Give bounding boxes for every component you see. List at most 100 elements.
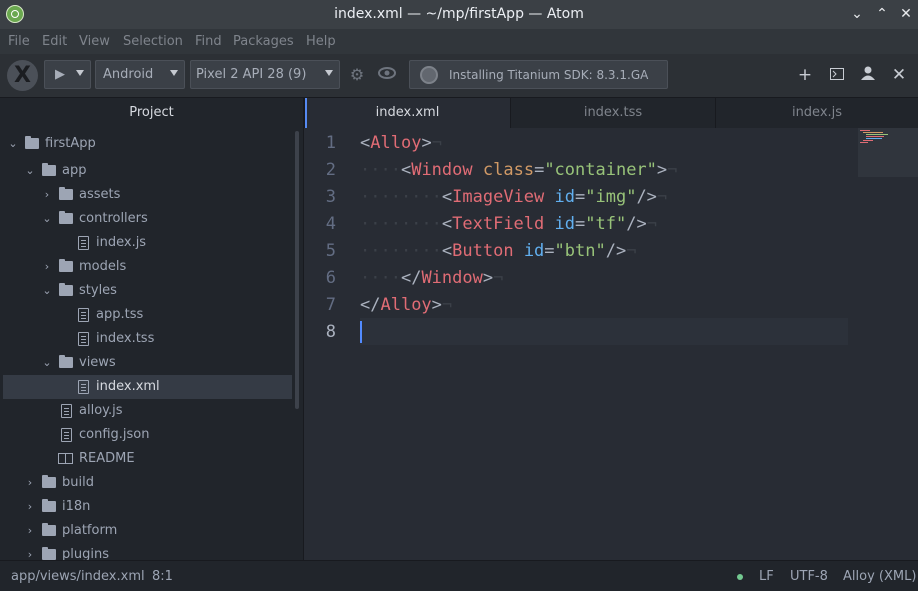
indent-invisibles: ····	[360, 160, 401, 180]
tree-item-app-tss[interactable]: app.tss	[3, 303, 292, 327]
token: =	[534, 160, 545, 180]
indent-invisibles: ········	[360, 214, 442, 234]
add-icon[interactable]: +	[794, 64, 816, 86]
status-encoding[interactable]: UTF-8	[790, 569, 828, 584]
folder-icon	[42, 499, 56, 512]
status-line-ending[interactable]: LF	[759, 569, 774, 584]
tree-item-alloy-js[interactable]: alloy.js	[3, 399, 292, 423]
chevron-down-icon	[170, 70, 178, 76]
file-icon	[61, 404, 72, 418]
menu-find[interactable]: Find	[195, 34, 222, 49]
menu-packages[interactable]: Packages	[233, 34, 294, 49]
token: Alloy	[380, 295, 432, 315]
tree-item-label: config.json	[79, 427, 150, 442]
terminal-icon[interactable]	[826, 64, 848, 86]
tree-item-index-js[interactable]: index.js	[3, 231, 292, 255]
token: >	[431, 295, 442, 315]
eye-icon[interactable]	[377, 65, 397, 85]
tree-view: Project ⌄ firstApp ⌄ app › assets ⌄ cont…	[0, 98, 304, 560]
platform-select[interactable]: Android	[95, 60, 185, 89]
status-grammar[interactable]: Alloy (XML)	[843, 569, 916, 584]
tree-item-styles[interactable]: ⌄ styles	[3, 279, 292, 303]
status-file-path[interactable]: app/views/index.xml	[11, 569, 145, 584]
chevron-down-icon: ⌄	[8, 137, 18, 150]
status-cursor-position[interactable]: 8:1	[152, 569, 173, 584]
tree-item-label: firstApp	[45, 136, 96, 151]
minimize-button[interactable]: ⌄	[847, 4, 867, 24]
tree-item-label: app.tss	[96, 307, 144, 322]
device-select[interactable]: Pixel 2 API 28 (9)	[190, 60, 340, 89]
window-title: index.xml — ~/mp/firstApp — Atom	[334, 6, 584, 22]
tab-index-js[interactable]: index.js	[715, 98, 918, 128]
indent-invisibles: ····	[360, 268, 401, 288]
book-icon	[58, 453, 73, 464]
status-bar: app/views/index.xml 8:1 LF UTF-8 Alloy (…	[0, 560, 918, 591]
tree-item-platform[interactable]: › platform	[3, 519, 292, 543]
tree-item-build[interactable]: › build	[3, 471, 292, 495]
tree-item-models[interactable]: › models	[3, 255, 292, 279]
tree-item-plugins[interactable]: › plugins	[3, 543, 292, 560]
tree-item-label: assets	[79, 187, 121, 202]
line-number: 8	[325, 322, 336, 342]
tree-item-label: README	[79, 451, 135, 466]
close-icon[interactable]: ✕	[888, 64, 910, 86]
folder-icon	[42, 475, 56, 488]
menu-view[interactable]: View	[79, 34, 110, 49]
tab-bar: index.xml index.tss index.js	[304, 98, 918, 128]
maximize-button[interactable]: ⌃	[872, 4, 892, 24]
spinner-icon	[420, 66, 438, 84]
tree-item-i18n[interactable]: › i18n	[3, 495, 292, 519]
code-line-3: ········<ImageView id="img"/>¬	[360, 187, 667, 207]
token: id	[554, 214, 575, 234]
menu-help[interactable]: Help	[306, 34, 336, 49]
code-line-5: ········<Button id="btn"/>¬	[360, 241, 636, 261]
token: <	[360, 133, 371, 153]
tree-item-controllers[interactable]: ⌄ controllers	[3, 207, 292, 231]
close-window-button[interactable]: ✕	[896, 4, 916, 24]
menu-selection[interactable]: Selection	[123, 34, 183, 49]
token: >	[482, 268, 494, 288]
text-editor[interactable]: 1 2 3 4 5 6 7 8 <Alloy>¬ ····<Window cla…	[304, 128, 918, 560]
eol-marker: ¬	[431, 133, 442, 153]
line-number: 5	[325, 241, 336, 261]
file-icon	[78, 380, 89, 394]
menu-file[interactable]: File	[8, 34, 30, 49]
tree-item-index-xml[interactable]: index.xml	[3, 375, 292, 399]
titanium-logo-icon[interactable]: X	[7, 60, 38, 91]
line-number: 7	[325, 295, 336, 315]
token: <	[441, 214, 453, 234]
folder-icon	[59, 355, 73, 368]
file-icon	[78, 332, 89, 346]
token: =	[575, 187, 586, 207]
chevron-down-icon: ⌄	[42, 212, 52, 225]
token: TextField	[452, 214, 545, 234]
tab-index-xml[interactable]: index.xml	[304, 98, 510, 128]
menu-edit[interactable]: Edit	[42, 34, 67, 49]
tree-item-assets[interactable]: › assets	[3, 183, 292, 207]
tree-item-label: platform	[62, 523, 118, 538]
minimap[interactable]	[858, 128, 918, 177]
tab-index-tss[interactable]: index.tss	[510, 98, 715, 128]
tree-item-app[interactable]: ⌄ app	[3, 159, 292, 183]
chevron-right-icon: ›	[44, 260, 50, 273]
run-button[interactable]: ▶	[44, 60, 91, 89]
tree-item-index-tss[interactable]: index.tss	[3, 327, 292, 351]
code-line-6: ····</Window>¬	[360, 268, 503, 288]
tree-item-views[interactable]: ⌄ views	[3, 351, 292, 375]
chevron-right-icon: ›	[27, 548, 33, 560]
tree-item-label: controllers	[79, 211, 148, 226]
menu-bar: File Edit View Selection Find Packages H…	[0, 29, 918, 54]
tree-item-readme[interactable]: README	[3, 447, 292, 471]
user-icon[interactable]	[857, 64, 879, 86]
project-header[interactable]: Project	[0, 98, 303, 128]
tree-item-label: alloy.js	[79, 403, 123, 418]
tree-item-config-json[interactable]: config.json	[3, 423, 292, 447]
gear-icon[interactable]: ⚙	[347, 65, 367, 85]
code-line-4: ········<TextField id="tf"/>¬	[360, 214, 657, 234]
token: =	[544, 241, 555, 261]
build-status: Installing Titanium SDK: 8.3.1.GA	[409, 60, 668, 89]
tree-item-firstapp[interactable]: ⌄ firstApp	[3, 132, 292, 156]
token: "container"	[544, 160, 657, 180]
eol-marker: ¬	[493, 268, 504, 288]
tree-scrollbar[interactable]	[295, 131, 299, 409]
